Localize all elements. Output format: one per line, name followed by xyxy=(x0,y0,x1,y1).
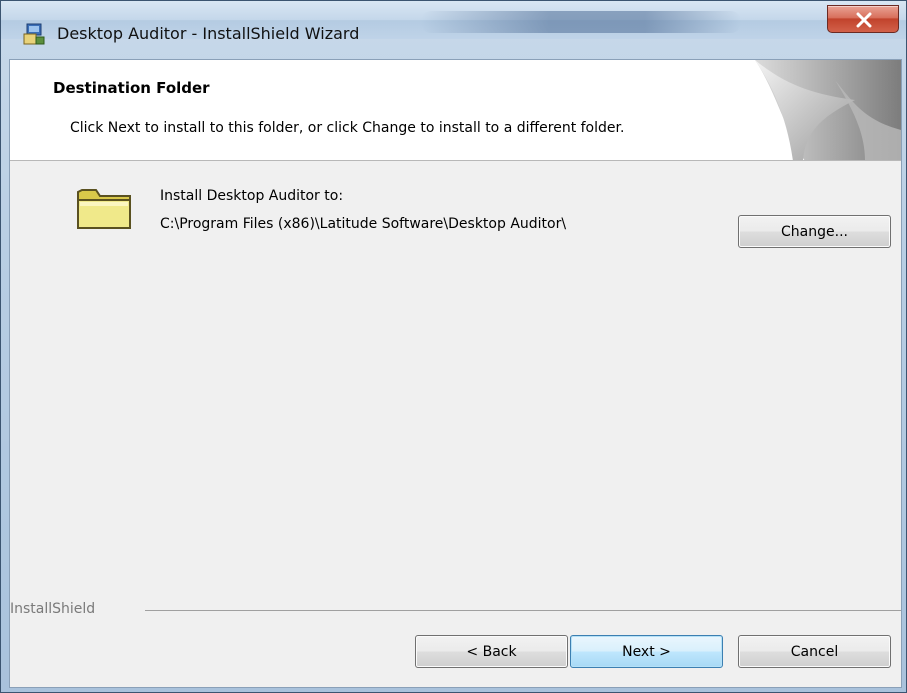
next-button[interactable]: Next > xyxy=(570,635,723,668)
change-button[interactable]: Change... xyxy=(738,215,891,248)
dialog-client-area: Destination Folder Click Next to install… xyxy=(9,59,902,688)
title-bar-glow xyxy=(421,11,741,33)
banner-decoration-art xyxy=(755,60,901,160)
window-title: Desktop Auditor - InstallShield Wizard xyxy=(57,24,360,43)
installer-window: Desktop Auditor - InstallShield Wizard D… xyxy=(0,0,907,693)
footer-divider xyxy=(145,610,901,611)
close-icon xyxy=(856,12,872,28)
install-path-text: C:\Program Files (x86)\Latitude Software… xyxy=(160,216,567,232)
folder-icon xyxy=(74,182,134,237)
close-button[interactable] xyxy=(827,5,899,33)
banner-title: Destination Folder xyxy=(53,79,210,97)
back-button[interactable]: < Back xyxy=(415,635,568,668)
banner-subtitle: Click Next to install to this folder, or… xyxy=(70,120,625,136)
header-banner: Destination Folder Click Next to install… xyxy=(10,60,901,161)
install-to-label: Install Desktop Auditor to: xyxy=(160,188,344,204)
cancel-button[interactable]: Cancel xyxy=(738,635,891,668)
title-bar[interactable]: Desktop Auditor - InstallShield Wizard xyxy=(1,1,906,45)
installshield-brand-label: InstallShield xyxy=(10,601,96,617)
installer-app-icon xyxy=(23,23,45,45)
